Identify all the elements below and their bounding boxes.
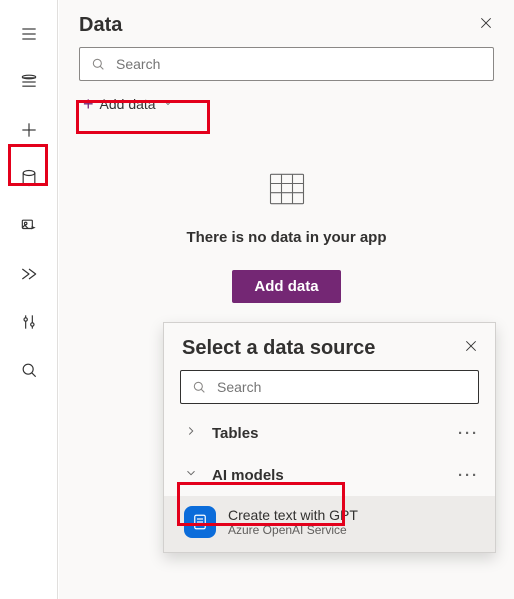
data-search-input[interactable]: [114, 55, 483, 73]
data-icon[interactable]: [9, 158, 49, 198]
plus-icon: +: [83, 95, 94, 113]
ai-models-label: AI models: [212, 467, 284, 484]
hamburger-menu-icon[interactable]: [9, 14, 49, 54]
media-icon[interactable]: [9, 206, 49, 246]
table-icon: [265, 167, 309, 211]
tables-more-icon[interactable]: ···: [458, 425, 479, 442]
data-search-box[interactable]: [79, 47, 494, 81]
gpt-item[interactable]: Create text with GPT Azure OpenAI Servic…: [164, 496, 495, 552]
chevron-down-icon: [162, 96, 174, 112]
empty-state: There is no data in your app Add data: [79, 167, 494, 303]
left-nav-rail: [0, 0, 58, 599]
ai-models-more-icon[interactable]: ···: [458, 467, 479, 484]
gpt-item-subtitle: Azure OpenAI Service: [228, 523, 358, 537]
add-data-dropdown[interactable]: + Add data: [79, 91, 182, 117]
search-rail-icon[interactable]: [9, 350, 49, 390]
search-icon: [90, 56, 106, 72]
panel-title: Data: [79, 14, 122, 37]
tree-view-icon[interactable]: [9, 62, 49, 102]
tables-group[interactable]: Tables ···: [164, 412, 495, 454]
gpt-item-title: Create text with GPT: [228, 507, 358, 523]
data-source-flyout: Select a data source Tables ··· AI model…: [163, 322, 496, 553]
power-automate-icon[interactable]: [9, 254, 49, 294]
flyout-header: Select a data source: [164, 323, 495, 370]
gpt-item-text: Create text with GPT Azure OpenAI Servic…: [228, 507, 358, 537]
ai-model-badge-icon: [184, 506, 216, 538]
ai-models-group[interactable]: AI models ···: [164, 454, 495, 496]
chevron-down-icon: [184, 466, 198, 484]
empty-state-text: There is no data in your app: [79, 229, 494, 246]
flyout-title: Select a data source: [182, 337, 375, 360]
advanced-tools-icon[interactable]: [9, 302, 49, 342]
tables-label: Tables: [212, 425, 258, 442]
flyout-search-input[interactable]: [215, 378, 468, 396]
chevron-right-icon: [184, 424, 198, 442]
insert-icon[interactable]: [9, 110, 49, 150]
flyout-search-box[interactable]: [180, 370, 479, 404]
close-panel-icon[interactable]: [478, 15, 494, 36]
add-data-button[interactable]: Add data: [232, 270, 340, 303]
search-icon: [191, 379, 207, 395]
close-flyout-icon[interactable]: [463, 338, 479, 359]
add-data-label: Add data: [100, 96, 156, 112]
panel-header: Data: [79, 14, 494, 37]
